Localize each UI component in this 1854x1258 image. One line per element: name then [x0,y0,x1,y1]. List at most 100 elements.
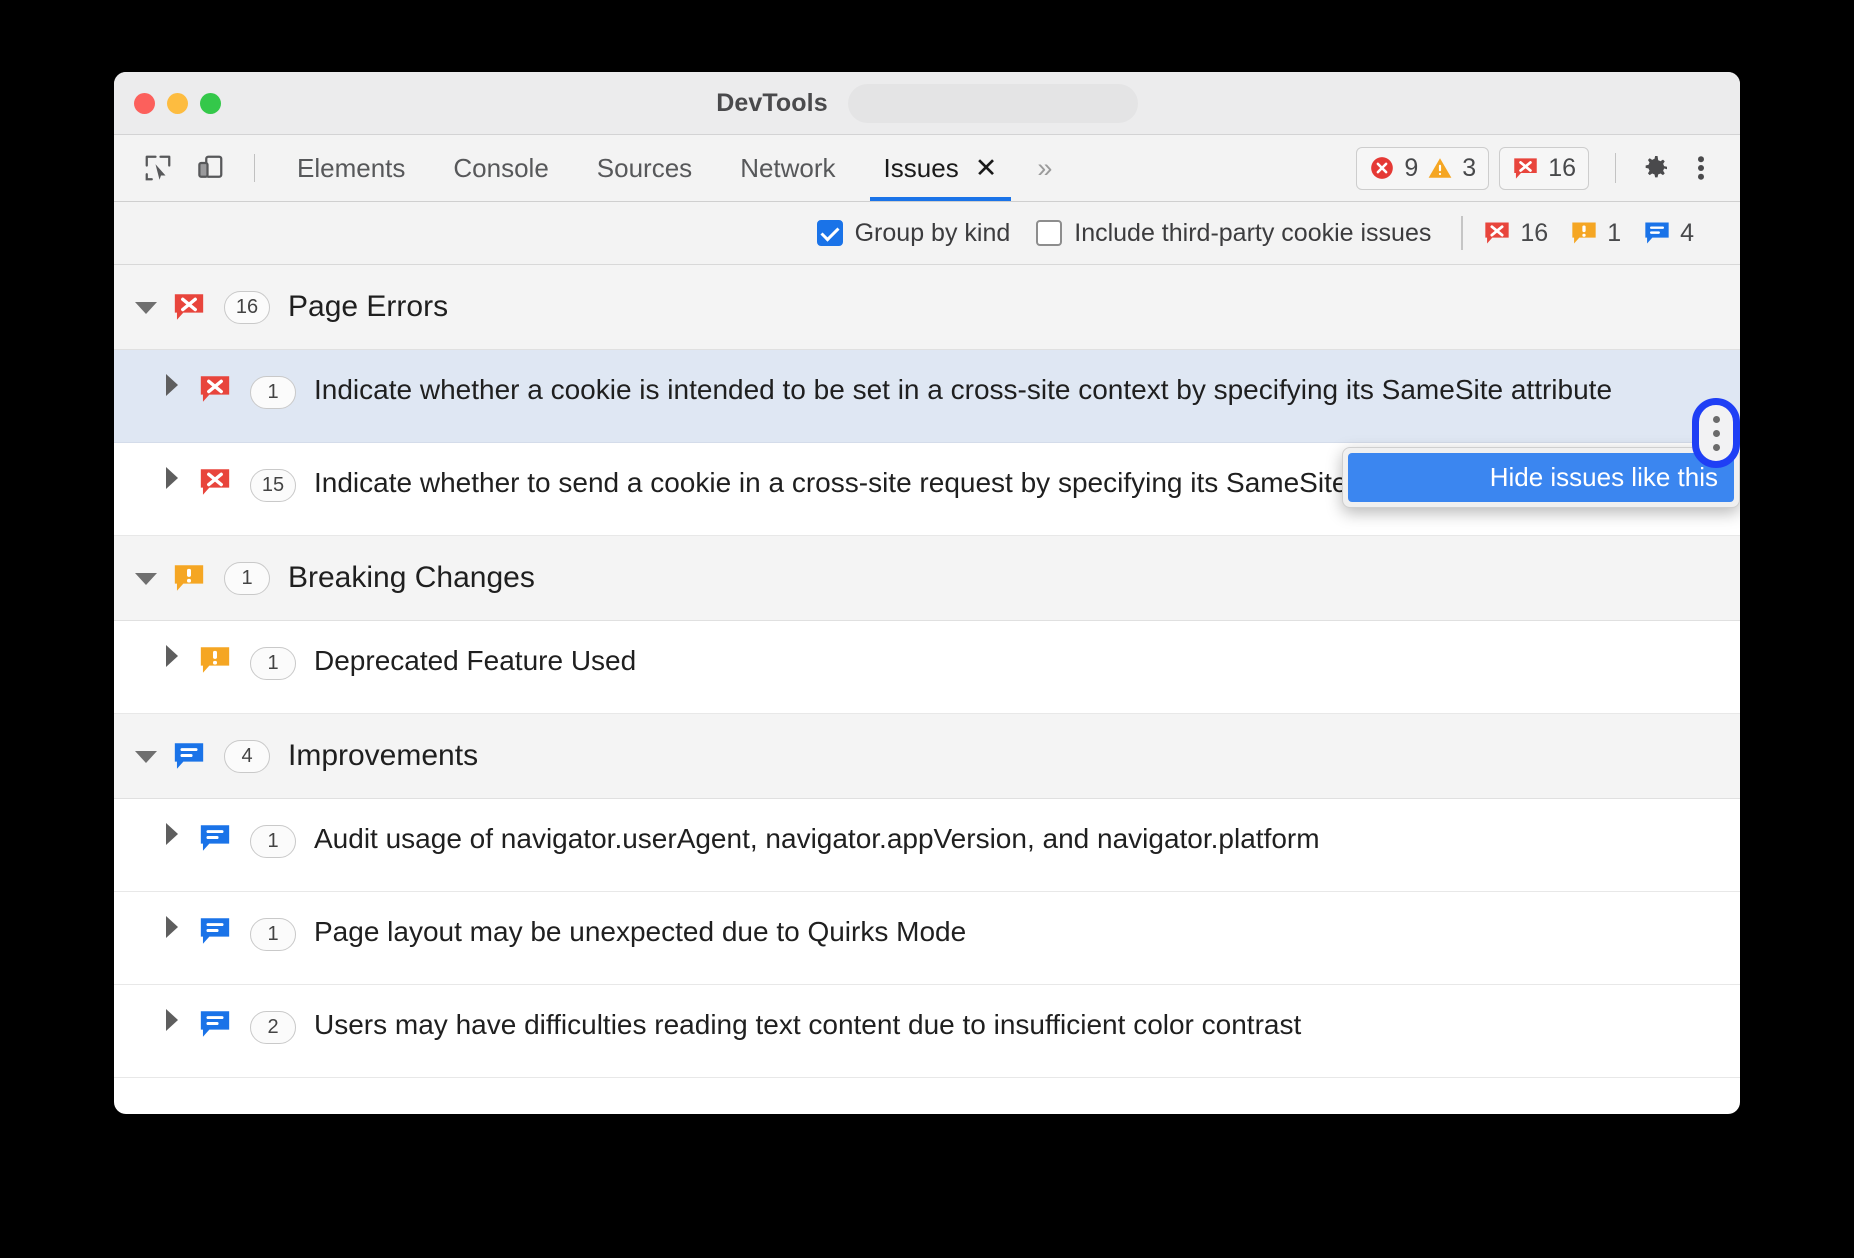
group-count-badge: 1 [224,562,270,595]
issue-count-badge: 1 [250,376,296,409]
issues-filter-toolbar: Group by kind Include third-party cookie… [114,202,1740,265]
device-toolbar-button[interactable] [188,146,232,190]
inspect-element-icon [143,153,173,183]
issues-count-button[interactable]: 16 [1499,147,1589,190]
issue-group-page-errors[interactable]: 16 Page Errors [114,265,1740,350]
third-party-cookies-label: Include third-party cookie issues [1074,219,1431,248]
issue-warning-bubble-icon [172,561,206,595]
group-label: Page Errors [288,290,448,324]
tab-label: Sources [597,153,692,184]
issue-error-bubble-icon [198,465,232,499]
issue-row[interactable]: 1 Deprecated Feature Used [114,621,1740,714]
kebab-menu-icon [1688,153,1714,183]
issue-count-badge: 1 [250,825,296,858]
issue-row[interactable]: 1 Page layout may be unexpected due to Q… [114,892,1740,985]
console-error-count: 9 [1404,154,1418,183]
issue-info-bubble-icon [198,1007,232,1041]
group-label: Breaking Changes [288,561,535,595]
tab-console[interactable]: Console [429,135,572,201]
traffic-lights [134,93,221,114]
window-titlebar: DevTools [114,72,1740,135]
more-options-button[interactable] [1678,145,1724,191]
disclosure-triangle-icon[interactable] [160,374,184,396]
disclosure-triangle-icon[interactable] [134,751,158,763]
disclosure-triangle-icon[interactable] [134,573,158,585]
settings-button[interactable] [1632,145,1678,191]
group-by-kind-control[interactable]: Group by kind [817,219,1011,248]
kebab-dot-icon [1713,416,1720,423]
window-title-group: DevTools [114,84,1740,123]
panel-tabs: Elements Console Sources Network Issues … [273,135,1066,201]
screenshot-root: DevTools [0,0,1854,1258]
issue-count-badge: 1 [250,647,296,680]
issue-group-improvements[interactable]: 4 Improvements [114,714,1740,799]
issue-title: Indicate whether to send a cookie in a c… [314,465,1496,501]
issue-title: Indicate whether a cookie is intended to… [314,372,1652,408]
inspect-element-button[interactable] [136,146,180,190]
issue-row[interactable]: 1 Audit usage of navigator.userAgent, na… [114,799,1740,892]
tab-label: Network [740,153,835,184]
filter-warning-count: 1 [1607,219,1621,248]
issue-warning-bubble-icon [198,643,232,677]
issue-title: Page layout may be unexpected due to Qui… [314,914,1006,950]
filter-count-info[interactable]: 4 [1643,219,1694,248]
minimize-window-button[interactable] [167,93,188,114]
kebab-dot-icon [1713,444,1720,451]
third-party-cookies-checkbox[interactable] [1036,220,1062,246]
kebab-dot-icon [1713,430,1720,437]
disclosure-triangle-icon[interactable] [160,645,184,667]
issue-info-bubble-icon [198,821,232,855]
more-tabs-icon[interactable]: » [1021,153,1066,184]
toolbar-divider [254,154,255,182]
menu-item-hide-issues-like-this[interactable]: Hide issues like this [1348,453,1734,502]
issues-list: 16 Page Errors 1 Indicate whether a cook… [114,265,1740,1078]
group-count-badge: 16 [224,291,270,324]
issue-count-badge: 2 [250,1011,296,1044]
filter-error-count: 16 [1520,219,1548,248]
maximize-window-button[interactable] [200,93,221,114]
disclosure-triangle-icon[interactable] [160,823,184,845]
tab-sources[interactable]: Sources [573,135,716,201]
console-warning-count: 3 [1462,154,1476,183]
warning-triangle-icon [1427,155,1453,181]
issue-title: Deprecated Feature Used [314,643,676,679]
issue-error-bubble-icon [1512,155,1539,182]
disclosure-triangle-icon[interactable] [160,467,184,489]
issue-row[interactable]: 2 Users may have difficulties reading te… [114,985,1740,1078]
issue-row[interactable]: 1 Indicate whether a cookie is intended … [114,350,1740,443]
third-party-cookies-control[interactable]: Include third-party cookie issues [1036,219,1431,248]
tab-elements[interactable]: Elements [273,135,429,201]
issue-group-breaking-changes[interactable]: 1 Breaking Changes [114,536,1740,621]
issue-row-kebab-button[interactable] [1692,398,1740,468]
issue-error-bubble-icon [198,372,232,406]
disclosure-triangle-icon[interactable] [160,916,184,938]
tab-issues[interactable]: Issues ✕ [860,135,1022,201]
tab-network[interactable]: Network [716,135,859,201]
toolbar-right-divider [1615,153,1616,183]
issue-info-bubble-icon [172,739,206,773]
tab-label: Console [453,153,548,184]
filterbar-divider [1461,216,1463,250]
filter-count-errors[interactable]: 16 [1483,219,1548,248]
tab-label: Issues [884,153,959,184]
gear-icon [1639,152,1671,184]
issue-warning-bubble-icon [1570,219,1598,247]
devtools-tabbar: Elements Console Sources Network Issues … [114,135,1740,202]
titlebar-pill [848,84,1138,123]
issue-error-bubble-icon [1483,219,1511,247]
issue-count-badge: 15 [250,469,296,502]
issue-context-menu: Hide issues like this [1342,447,1740,508]
issue-title: Audit usage of navigator.userAgent, navi… [314,821,1360,857]
filter-count-warnings[interactable]: 1 [1570,219,1621,248]
issues-count-value: 16 [1548,154,1576,183]
error-circle-icon [1369,155,1395,181]
console-counts-button[interactable]: 9 3 [1356,147,1489,190]
group-by-kind-checkbox[interactable] [817,220,843,246]
issue-count-badge: 1 [250,918,296,951]
disclosure-triangle-icon[interactable] [134,302,158,314]
close-icon[interactable]: ✕ [975,155,998,182]
window-title: DevTools [716,89,827,118]
group-count-badge: 4 [224,740,270,773]
close-window-button[interactable] [134,93,155,114]
disclosure-triangle-icon[interactable] [160,1009,184,1031]
